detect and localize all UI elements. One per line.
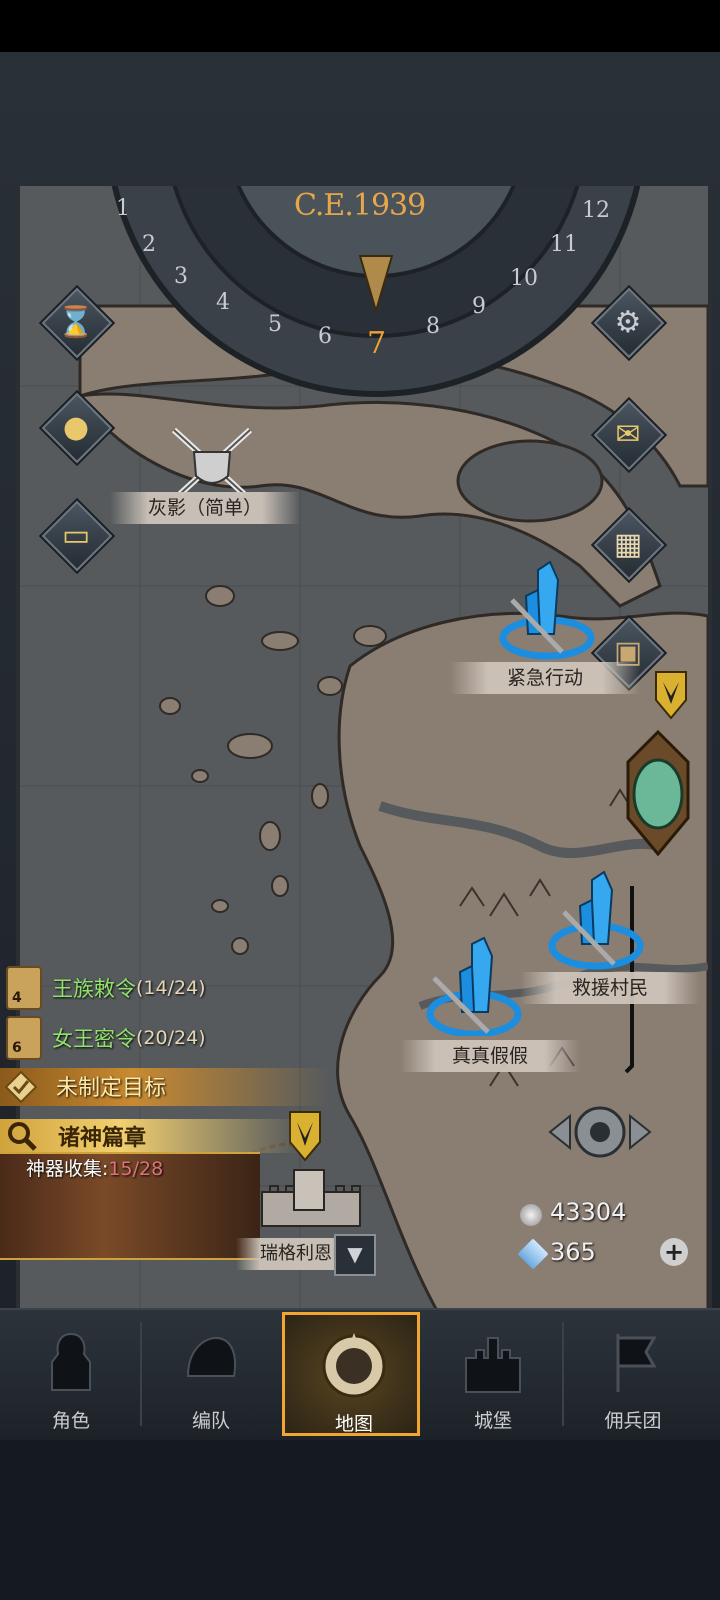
month-11[interactable]: 11 <box>550 232 578 257</box>
nav-castle[interactable]: 城堡 <box>424 1312 562 1436</box>
target-icon <box>4 1070 38 1104</box>
current-month[interactable]: 7 <box>367 326 386 361</box>
nav-mercenary[interactable]: 佣兵团 <box>564 1312 702 1436</box>
quest-progress: (20/24) <box>136 1027 206 1049</box>
recenter-compass-icon[interactable] <box>546 1094 656 1170</box>
artifact-collection: 神器收集:15/28 <box>26 1154 163 1181</box>
quest-queen-secret[interactable]: 6 女王密令 (20/24) <box>0 1016 206 1060</box>
month-8[interactable]: 8 <box>426 314 440 339</box>
nav-map[interactable]: 地图 <box>282 1312 420 1436</box>
banner-icon <box>616 1334 657 1392</box>
money-bag-icon: ● <box>62 409 90 445</box>
quest-title: 王族敕令 <box>52 977 136 1001</box>
hourglass-icon: ⌛ <box>57 304 95 340</box>
bag-button[interactable]: ● <box>41 392 113 464</box>
artifact-label: 神器收集: <box>26 1158 109 1180</box>
month-5[interactable]: 5 <box>268 312 282 337</box>
faction-shield-icon[interactable] <box>654 670 688 720</box>
status-bar <box>0 0 720 52</box>
bottom-spacer <box>0 1440 720 1600</box>
hourglass-button[interactable]: ⌛ <box>41 287 113 359</box>
add-currency-button[interactable]: + <box>660 1238 688 1266</box>
mission-crystal-icon-3[interactable] <box>420 936 530 1036</box>
month-3[interactable]: 3 <box>174 264 188 289</box>
knight-icon <box>51 1332 91 1391</box>
month-1[interactable]: 1 <box>116 196 130 221</box>
gods-chapter-banner[interactable] <box>0 1119 300 1153</box>
compass-map-icon <box>322 1333 386 1398</box>
quest-progress: (14/24) <box>136 977 206 999</box>
month-10[interactable]: 10 <box>510 266 538 291</box>
artifact-count: 15/28 <box>108 1158 164 1180</box>
portal-gem-icon[interactable] <box>626 728 690 858</box>
location-label-greyshadow[interactable]: 灰影（简单） <box>110 492 300 524</box>
scroll-icon: 4 <box>6 966 42 1010</box>
helmet-icon <box>186 1336 236 1377</box>
silver-amount: 43304 <box>550 1198 627 1226</box>
scroll-icon: 6 <box>6 1016 42 1060</box>
nav-character[interactable]: 角色 <box>2 1312 140 1436</box>
month-12[interactable]: 12 <box>582 198 610 223</box>
mail-icon: ✉ <box>615 416 641 452</box>
collapse-down-icon[interactable]: ▼ <box>334 1234 376 1276</box>
month-2[interactable]: 2 <box>142 232 156 257</box>
mission-crystal-icon-2[interactable] <box>536 870 646 970</box>
scroll-button[interactable]: ▭ <box>41 500 113 572</box>
crystal-amount: 365 <box>550 1238 596 1266</box>
location-label-emergency[interactable]: 紧急行动 <box>450 662 640 694</box>
month-4[interactable]: 4 <box>216 290 230 315</box>
search-icon <box>8 1122 37 1151</box>
location-label-rescue[interactable]: 救援村民 <box>520 972 700 1004</box>
quest-title: 女王密令 <box>52 1027 136 1051</box>
castle-icon <box>465 1337 521 1393</box>
scroll-icon: ▭ <box>61 517 91 553</box>
nav-formation[interactable]: 编队 <box>142 1312 280 1436</box>
gear-icon: ⚙ <box>614 304 642 340</box>
month-9[interactable]: 9 <box>472 294 486 319</box>
silver-coin-icon <box>520 1204 542 1226</box>
settings-button[interactable]: ⚙ <box>593 287 665 359</box>
gate-button[interactable]: ▦ <box>593 509 665 581</box>
castle-icon[interactable] <box>256 1162 366 1232</box>
mission-crystal-icon[interactable] <box>492 560 602 660</box>
gods-chapter-title[interactable]: 诸神篇章 <box>58 1120 146 1152</box>
crossed-swords-icon[interactable] <box>164 424 260 500</box>
mail-button[interactable]: ✉ <box>593 399 665 471</box>
month-6[interactable]: 6 <box>318 324 332 349</box>
gate-icon: ▦ <box>613 526 643 562</box>
goal-text[interactable]: 未制定目标 <box>56 1070 166 1102</box>
location-label-truth[interactable]: 真真假假 <box>400 1040 580 1072</box>
year-display: C.E.1939 <box>294 188 426 223</box>
quest-royal-decree[interactable]: 4 王族敕令 (14/24) <box>0 966 206 1010</box>
